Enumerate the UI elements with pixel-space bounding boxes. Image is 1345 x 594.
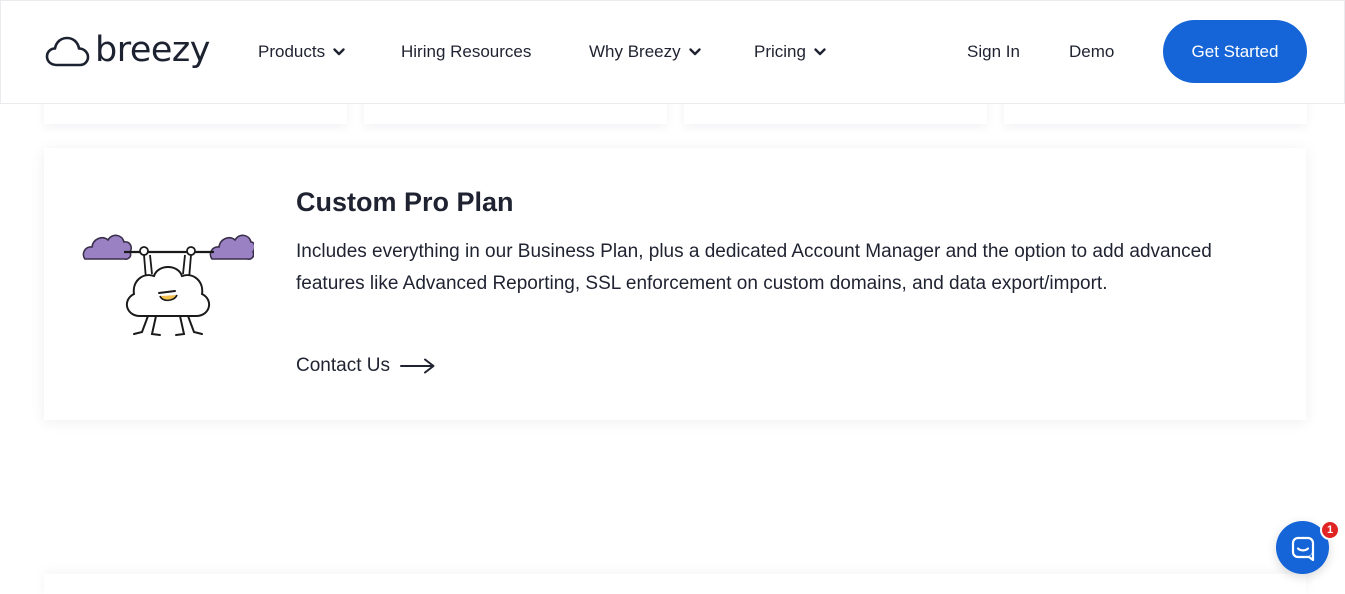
- arrow-right-icon: [399, 358, 435, 374]
- nav-why-breezy-label: Why Breezy: [589, 42, 681, 61]
- chevron-down-icon: [333, 48, 345, 56]
- chat-bubble-icon: [1291, 536, 1314, 561]
- nav-hiring-resources[interactable]: Hiring Resources: [401, 40, 531, 64]
- demo-link[interactable]: Demo: [1069, 40, 1114, 64]
- custom-pro-plan-card: Custom Pro Plan Includes everything in o…: [44, 148, 1306, 420]
- plan-title: Custom Pro Plan: [296, 187, 514, 217]
- cloud-icon: [45, 36, 90, 67]
- plan-description: Includes everything in our Business Plan…: [296, 241, 1212, 294]
- nav-products[interactable]: Products: [258, 40, 346, 64]
- nav-products-label: Products: [258, 42, 326, 61]
- demo-label: Demo: [1069, 42, 1115, 61]
- cloud-weightlifter-illustration: [82, 234, 254, 336]
- breezy-logo[interactable]: breezy: [45, 29, 211, 73]
- logo-wordmark: breezy: [95, 29, 211, 70]
- sign-in-link[interactable]: Sign In: [967, 40, 1020, 64]
- nav-pricing-label: Pricing: [754, 42, 806, 61]
- chevron-down-icon: [688, 48, 701, 56]
- get-started-label: Get Started: [1191, 41, 1279, 61]
- get-started-button[interactable]: Get Started: [1163, 20, 1307, 83]
- sign-in-label: Sign In: [967, 42, 1020, 61]
- chevron-down-icon: [814, 48, 826, 56]
- contact-us-label: Contact Us: [296, 355, 390, 376]
- top-navbar: breezy Products Hiring Resources Why Bre…: [0, 0, 1345, 104]
- next-section-card: [44, 574, 1306, 594]
- nav-pricing[interactable]: Pricing: [754, 40, 827, 64]
- notification-badge: 1: [1320, 520, 1340, 540]
- contact-us-link[interactable]: Contact Us: [296, 352, 436, 380]
- nav-why-breezy[interactable]: Why Breezy: [589, 40, 702, 64]
- nav-hiring-resources-label: Hiring Resources: [401, 42, 532, 61]
